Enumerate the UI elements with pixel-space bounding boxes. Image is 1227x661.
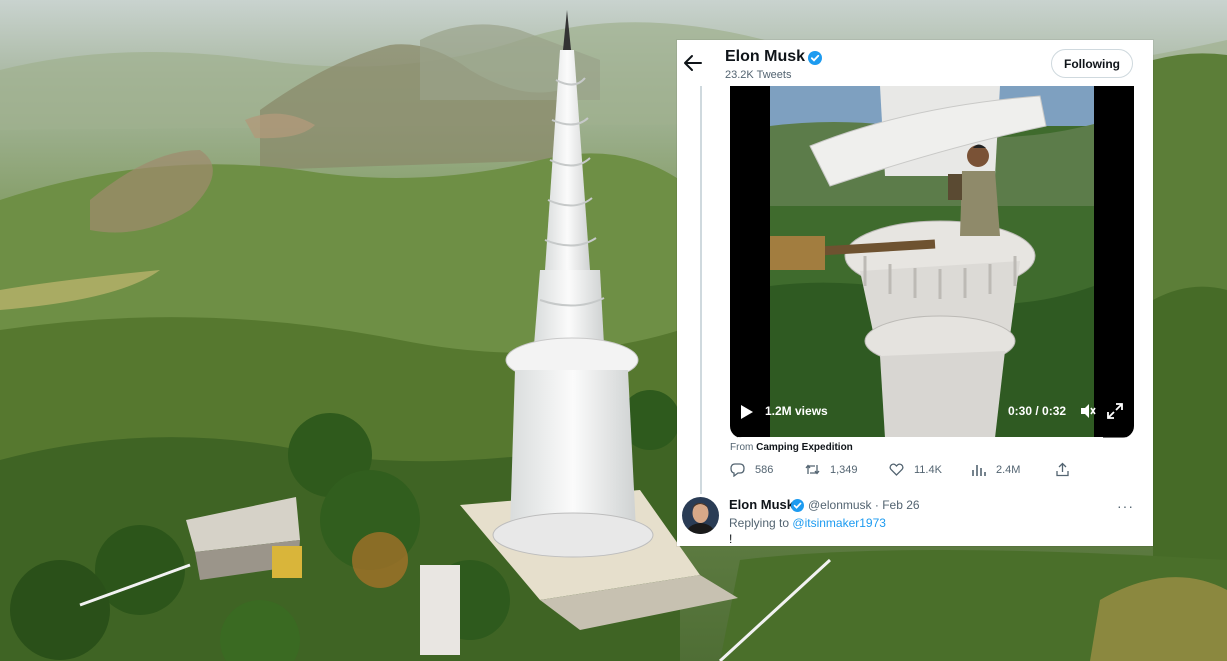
- volume-icon[interactable]: [1080, 403, 1096, 419]
- back-arrow-icon[interactable]: [683, 54, 703, 72]
- reply-author-name[interactable]: Elon Musk: [729, 497, 794, 512]
- tweet-panel: Elon Musk 23.2K Tweets Following 1.2M vi…: [677, 40, 1153, 546]
- video-progress-fill: [738, 437, 1103, 438]
- tweet-actions: 586 1,349 11.4K 2.4M: [730, 462, 1134, 482]
- source-link[interactable]: Camping Expedition: [756, 442, 853, 453]
- video-time: 0:30 / 0:32: [1008, 404, 1067, 418]
- retweet-count: 1,349: [830, 463, 858, 476]
- profile-header: Elon Musk 23.2K Tweets Following: [677, 40, 1153, 86]
- heart-icon: [889, 463, 904, 476]
- video-source: From Camping Expedition: [730, 442, 853, 453]
- reply-text: !: [729, 532, 733, 546]
- verified-badge-icon: [808, 51, 822, 65]
- retweet-action[interactable]: 1,349: [805, 462, 858, 477]
- views-action[interactable]: 2.4M: [971, 462, 1020, 477]
- replying-to: Replying to @itsinmaker1973: [729, 516, 886, 530]
- following-button[interactable]: Following: [1051, 49, 1133, 78]
- retweet-icon: [805, 464, 820, 475]
- source-prefix: From: [730, 442, 754, 453]
- reply-icon: [730, 463, 745, 477]
- like-action[interactable]: 11.4K: [889, 462, 942, 477]
- replying-prefix: Replying to: [729, 516, 790, 530]
- thread-line: [700, 86, 702, 494]
- video-controls: 1.2M views 0:30 / 0:32: [730, 386, 1134, 438]
- more-icon[interactable]: ···: [1117, 498, 1134, 514]
- reply-handle-date: @elonmusk · Feb 26: [808, 498, 920, 512]
- play-icon[interactable]: [740, 404, 754, 420]
- reply-count: 586: [755, 463, 774, 476]
- like-count: 11.4K: [914, 463, 942, 476]
- tweet-count: 23.2K Tweets: [725, 69, 792, 81]
- share-icon: [1056, 462, 1069, 477]
- video-views: 1.2M views: [765, 404, 828, 418]
- avatar[interactable]: [682, 497, 719, 534]
- profile-name: Elon Musk: [725, 48, 806, 65]
- video-player[interactable]: 1.2M views 0:30 / 0:32: [730, 86, 1134, 438]
- replying-handle-link[interactable]: @itsinmaker1973: [792, 516, 886, 530]
- reply-action[interactable]: 586: [730, 462, 773, 477]
- views-chart-icon: [972, 465, 986, 476]
- fullscreen-icon[interactable]: [1107, 403, 1123, 419]
- views-count: 2.4M: [996, 463, 1021, 476]
- verified-badge-icon: [791, 499, 804, 512]
- video-progress-bar[interactable]: [738, 437, 1126, 438]
- share-action[interactable]: [1055, 462, 1080, 477]
